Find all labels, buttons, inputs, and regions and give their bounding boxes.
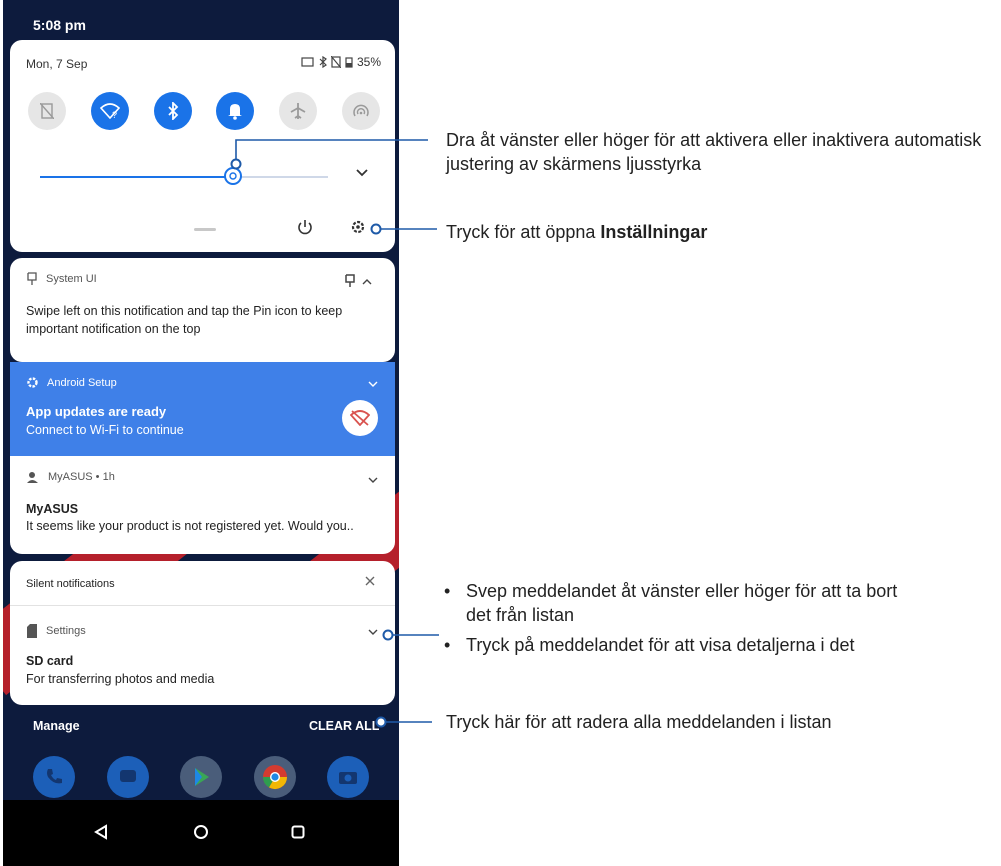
callout-settings: Tryck för att öppna Inställningar [446,220,707,244]
message-icon [119,770,136,782]
power-icon[interactable] [297,218,313,236]
clear-all-button[interactable]: CLEAR ALL [309,719,379,733]
notification-title: App updates are ready [26,404,167,419]
notification-title: MyASUS [26,502,79,516]
play-store-app[interactable] [180,756,222,798]
myasus-icon [27,472,38,483]
notification-app-name: MyASUS • 1h [48,471,115,483]
notification-text: It seems like your product is not regist… [26,519,354,533]
play-store-icon [195,768,209,786]
callout-connector-clear [375,716,432,728]
brightness-fill [40,176,233,178]
wifi-off-icon [350,410,370,426]
notification-app-name: System UI [46,273,97,285]
battery-saver-icon [301,57,314,67]
pin-icon[interactable] [344,274,356,288]
close-icon[interactable] [365,576,375,586]
recents-icon[interactable] [291,825,305,839]
chevron-down-icon[interactable] [368,380,378,388]
sound-tile[interactable] [216,92,255,130]
bluetooth-icon [319,56,327,68]
status-time: 5:08 pm [33,17,86,33]
callout-swipe: • Svep meddelandet åt vänster eller höger… [444,579,924,657]
camera-app[interactable] [327,756,369,798]
status-icons: 35% [301,55,381,69]
notification-header: System UI [26,272,97,286]
wifi-icon: ? [99,103,120,119]
bluetooth-icon [167,102,178,120]
callout-tap-text: Tryck på meddelandet för att visa detalj… [466,635,855,655]
airplane-tile[interactable] [279,92,318,130]
notification-title: SD card [26,654,74,668]
phone-icon [47,769,62,784]
phone-app[interactable] [33,756,75,798]
notification-text: For transferring photos and media [26,672,215,686]
camera-icon [339,772,357,784]
no-sim-icon [330,56,341,68]
callout-bullet: • Svep meddelandet åt vänster eller höger… [444,579,924,627]
callout-bullet: • Tryck på meddelandet för att visa detal… [444,635,855,655]
notification-myasus[interactable]: MyASUS • 1h MyASUS It seems like your pr… [10,456,395,554]
callout-settings-text: Tryck för att öppna [446,222,601,242]
notification-android-setup[interactable]: Android Setup App updates are ready Conn… [10,362,395,456]
quick-settings-footer [10,218,395,242]
navigation-bar [3,800,399,866]
chevron-down-icon[interactable] [368,628,378,636]
notification-header: MyASUS • 1h [26,470,115,484]
gear-icon[interactable] [350,218,366,236]
phone-screen: 5:08 pm Mon, 7 Sep 35% ? System UI Swipe… [3,0,399,866]
notification-system-ui[interactable]: System UI Swipe left on this notificatio… [10,258,395,362]
app-dock [33,756,369,798]
notification-app-name: Android Setup [47,376,117,389]
wifi-tile[interactable]: ? [90,92,129,130]
wifi-off-badge [342,400,378,436]
chrome-app[interactable] [253,756,296,798]
airplane-icon [290,103,306,119]
quick-tiles: ? [28,92,380,130]
callout-swipe-text: Svep meddelandet åt vänster eller höger … [466,581,898,625]
messages-app[interactable] [106,756,149,798]
back-icon[interactable] [94,824,108,840]
battery-icon [345,57,353,68]
callout-settings-bold: Inställningar [600,222,708,242]
battery-percent: 35% [356,55,381,69]
drag-handle[interactable] [194,228,216,231]
brightness-icon [229,172,237,180]
no-sim-icon [40,103,54,119]
notification-text: Connect to Wi-Fi to continue [26,423,184,437]
bluetooth-tile[interactable] [153,92,192,130]
chevron-up-icon[interactable] [362,278,372,286]
chrome-icon [262,765,287,790]
home-icon[interactable] [193,824,209,840]
hotspot-tile[interactable] [341,92,380,130]
bell-icon [228,104,243,120]
brightness-slider[interactable] [40,176,328,178]
notification-header: Settings [26,624,86,638]
sim-tile[interactable] [28,92,66,130]
date-label: Mon, 7 Sep [26,57,88,71]
silent-notifications-group: Silent notifications Settings SD card Fo… [10,561,395,705]
notification-text: Swipe left on this notification and tap … [26,304,343,336]
notification-sd-card[interactable]: Settings SD card For transferring photos… [10,606,395,705]
silent-header: Silent notifications [26,578,115,590]
sd-card-icon [27,624,37,638]
gear-icon [27,377,38,388]
pin-icon [27,272,37,285]
callout-connector-notification [382,629,439,641]
hotspot-icon [353,104,369,117]
notification-header: Android Setup [26,376,117,389]
callout-clear: Tryck här för att radera alla meddelande… [446,712,832,732]
callout-connector-brightness [230,139,428,170]
chevron-down-icon[interactable] [368,476,378,484]
manage-button[interactable]: Manage [33,719,80,733]
notification-app-name: Settings [46,625,86,637]
svg-text:?: ? [112,110,117,119]
callout-brightness: Dra åt vänster eller höger för att aktiv… [446,130,982,174]
callout-connector-settings [370,223,437,235]
